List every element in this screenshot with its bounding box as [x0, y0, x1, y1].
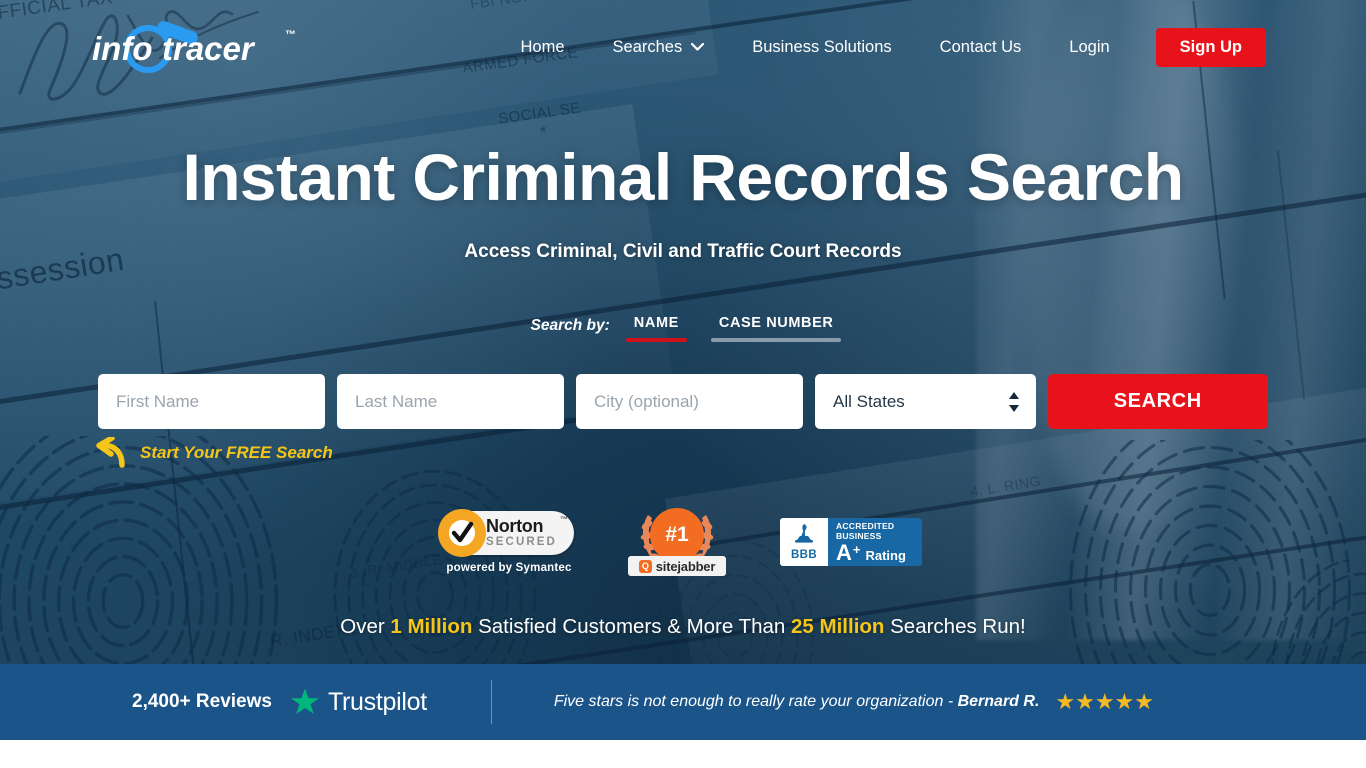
norton-wordmark: Norton SECURED: [486, 517, 557, 549]
nav-item-label: Login: [1069, 37, 1110, 56]
bbb-accredited-label: ACCREDITED BUSINESS: [836, 520, 895, 541]
nav-item-label: Contact Us: [939, 37, 1022, 56]
norton-secured-badge[interactable]: Norton SECURED ™ powered by Symantec: [438, 508, 574, 574]
stats-prefix: Over: [340, 615, 391, 639]
city-input[interactable]: [576, 374, 803, 430]
nav-item-home[interactable]: Home: [497, 38, 589, 57]
sitejabber-badge[interactable]: #1 Q sitejabber: [628, 505, 726, 579]
page-subtitle: Access Criminal, Civil and Traffic Court…: [464, 241, 902, 263]
site-logo[interactable]: info tracer ™: [92, 15, 296, 79]
bbb-grade: A: [836, 539, 852, 565]
free-search-callout: Start Your FREE Search: [0, 437, 1366, 469]
checkmark-icon: [438, 508, 486, 557]
sitejabber-name: sitejabber: [655, 558, 716, 574]
tab-name[interactable]: NAME: [625, 315, 687, 343]
main-navigation: info tracer ™ Home Searches Business Sol…: [0, 0, 1366, 94]
norton-title: Norton: [486, 516, 544, 537]
bbb-acronym: BBB: [790, 549, 818, 562]
bbb-logo: BBB: [780, 518, 828, 567]
trustpilot-quote: Five stars is not enough to really rate …: [553, 693, 958, 710]
trustpilot-author: Bernard R.: [957, 693, 1040, 710]
nav-links: Home Searches Business Solutions Contact…: [497, 27, 1266, 67]
free-search-text: Start Your FREE Search: [140, 443, 333, 463]
state-select[interactable]: All States: [815, 374, 1036, 430]
nav-item-label: Business Solutions: [752, 37, 892, 56]
norton-pill: Norton SECURED ™: [438, 508, 574, 557]
nav-item-searches[interactable]: Searches: [589, 38, 729, 57]
norton-caption: powered by Symantec: [446, 561, 572, 574]
search-by-tabs: Search by: NAME CASE NUMBER: [0, 315, 1366, 343]
hero-content: Instant Criminal Records Search Access C…: [0, 140, 1366, 343]
nav-item-label: Searches: [612, 37, 683, 56]
bbb-text: ACCREDITED BUSINESS A + Rating: [828, 518, 922, 566]
stats-number-searches: 25 Million: [791, 615, 885, 639]
last-name-input[interactable]: [337, 374, 564, 430]
trustpilot-review-count: 2,400+ Reviews: [132, 691, 272, 712]
stats-number-customers: 1 Million: [390, 615, 473, 639]
bbb-accredited-badge[interactable]: BBB ACCREDITED BUSINESS A + Rating: [780, 518, 922, 567]
logo-wordmark: info tracer: [92, 30, 256, 67]
trustpilot-name: Trustpilot: [327, 687, 427, 716]
trust-badges: Norton SECURED ™ powered by Symantec #1 …: [0, 505, 1366, 579]
sitejabber-rank: #1: [650, 508, 704, 563]
curved-arrow-up-left-icon: [96, 437, 125, 469]
sign-up-button[interactable]: Sign Up: [1155, 27, 1266, 67]
trustpilot-star-icon: [290, 688, 319, 714]
trustpilot-bar: 2,400+ Reviews Trustpilot Five stars is …: [0, 664, 1366, 740]
norton-trademark: ™: [560, 514, 568, 524]
bbb-rating: A + Rating: [836, 539, 915, 565]
search-by-label: Search by:: [530, 317, 610, 335]
nav-item-contact-us[interactable]: Contact Us: [916, 38, 1046, 57]
sitejabber-mark-icon: Q: [638, 559, 652, 573]
tab-case-number[interactable]: CASE NUMBER: [710, 315, 841, 343]
page-title: Instant Criminal Records Search: [182, 140, 1184, 214]
page-footer-spacer: [0, 740, 1366, 768]
trustpilot-quote-wrapper: Five stars is not enough to really rate …: [554, 693, 1040, 711]
bbb-rating-label: Rating: [865, 547, 906, 563]
nav-item-label: Home: [520, 37, 565, 56]
nav-item-login[interactable]: Login: [1045, 38, 1133, 57]
chevron-down-icon: [691, 43, 705, 51]
bbb-grade-plus: +: [852, 541, 861, 557]
logo-text-tracer: tracer: [162, 30, 256, 67]
bbb-torch-icon: [795, 524, 813, 543]
search-button[interactable]: SEARCH: [1047, 374, 1268, 430]
search-form: All States SEARCH: [0, 374, 1366, 430]
trustpilot-star-rating: ★★★★★: [1055, 689, 1155, 714]
logo-trademark: ™: [285, 29, 296, 41]
logo-text-info: info: [92, 30, 152, 67]
norton-subtitle: SECURED: [486, 536, 557, 549]
nav-item-business-solutions[interactable]: Business Solutions: [728, 38, 915, 57]
state-select-wrapper: All States: [815, 374, 1036, 430]
sitejabber-label: Q sitejabber: [628, 556, 726, 577]
trustpilot-logo: Trustpilot: [290, 687, 427, 717]
hero-section: OFFICIAL TAX FBI NO. ARMED FORCE SOCIAL …: [0, 0, 1366, 664]
stats-line: Over 1 Million Satisfied Customers & Mor…: [0, 615, 1366, 639]
stats-mid: Satisfied Customers & More Than: [472, 615, 792, 639]
trustpilot-review: Five stars is not enough to really rate …: [492, 691, 1216, 713]
trustpilot-summary[interactable]: 2,400+ Reviews Trustpilot: [132, 687, 427, 717]
first-name-input[interactable]: [98, 374, 325, 430]
stats-suffix: Searches Run!: [884, 615, 1026, 639]
